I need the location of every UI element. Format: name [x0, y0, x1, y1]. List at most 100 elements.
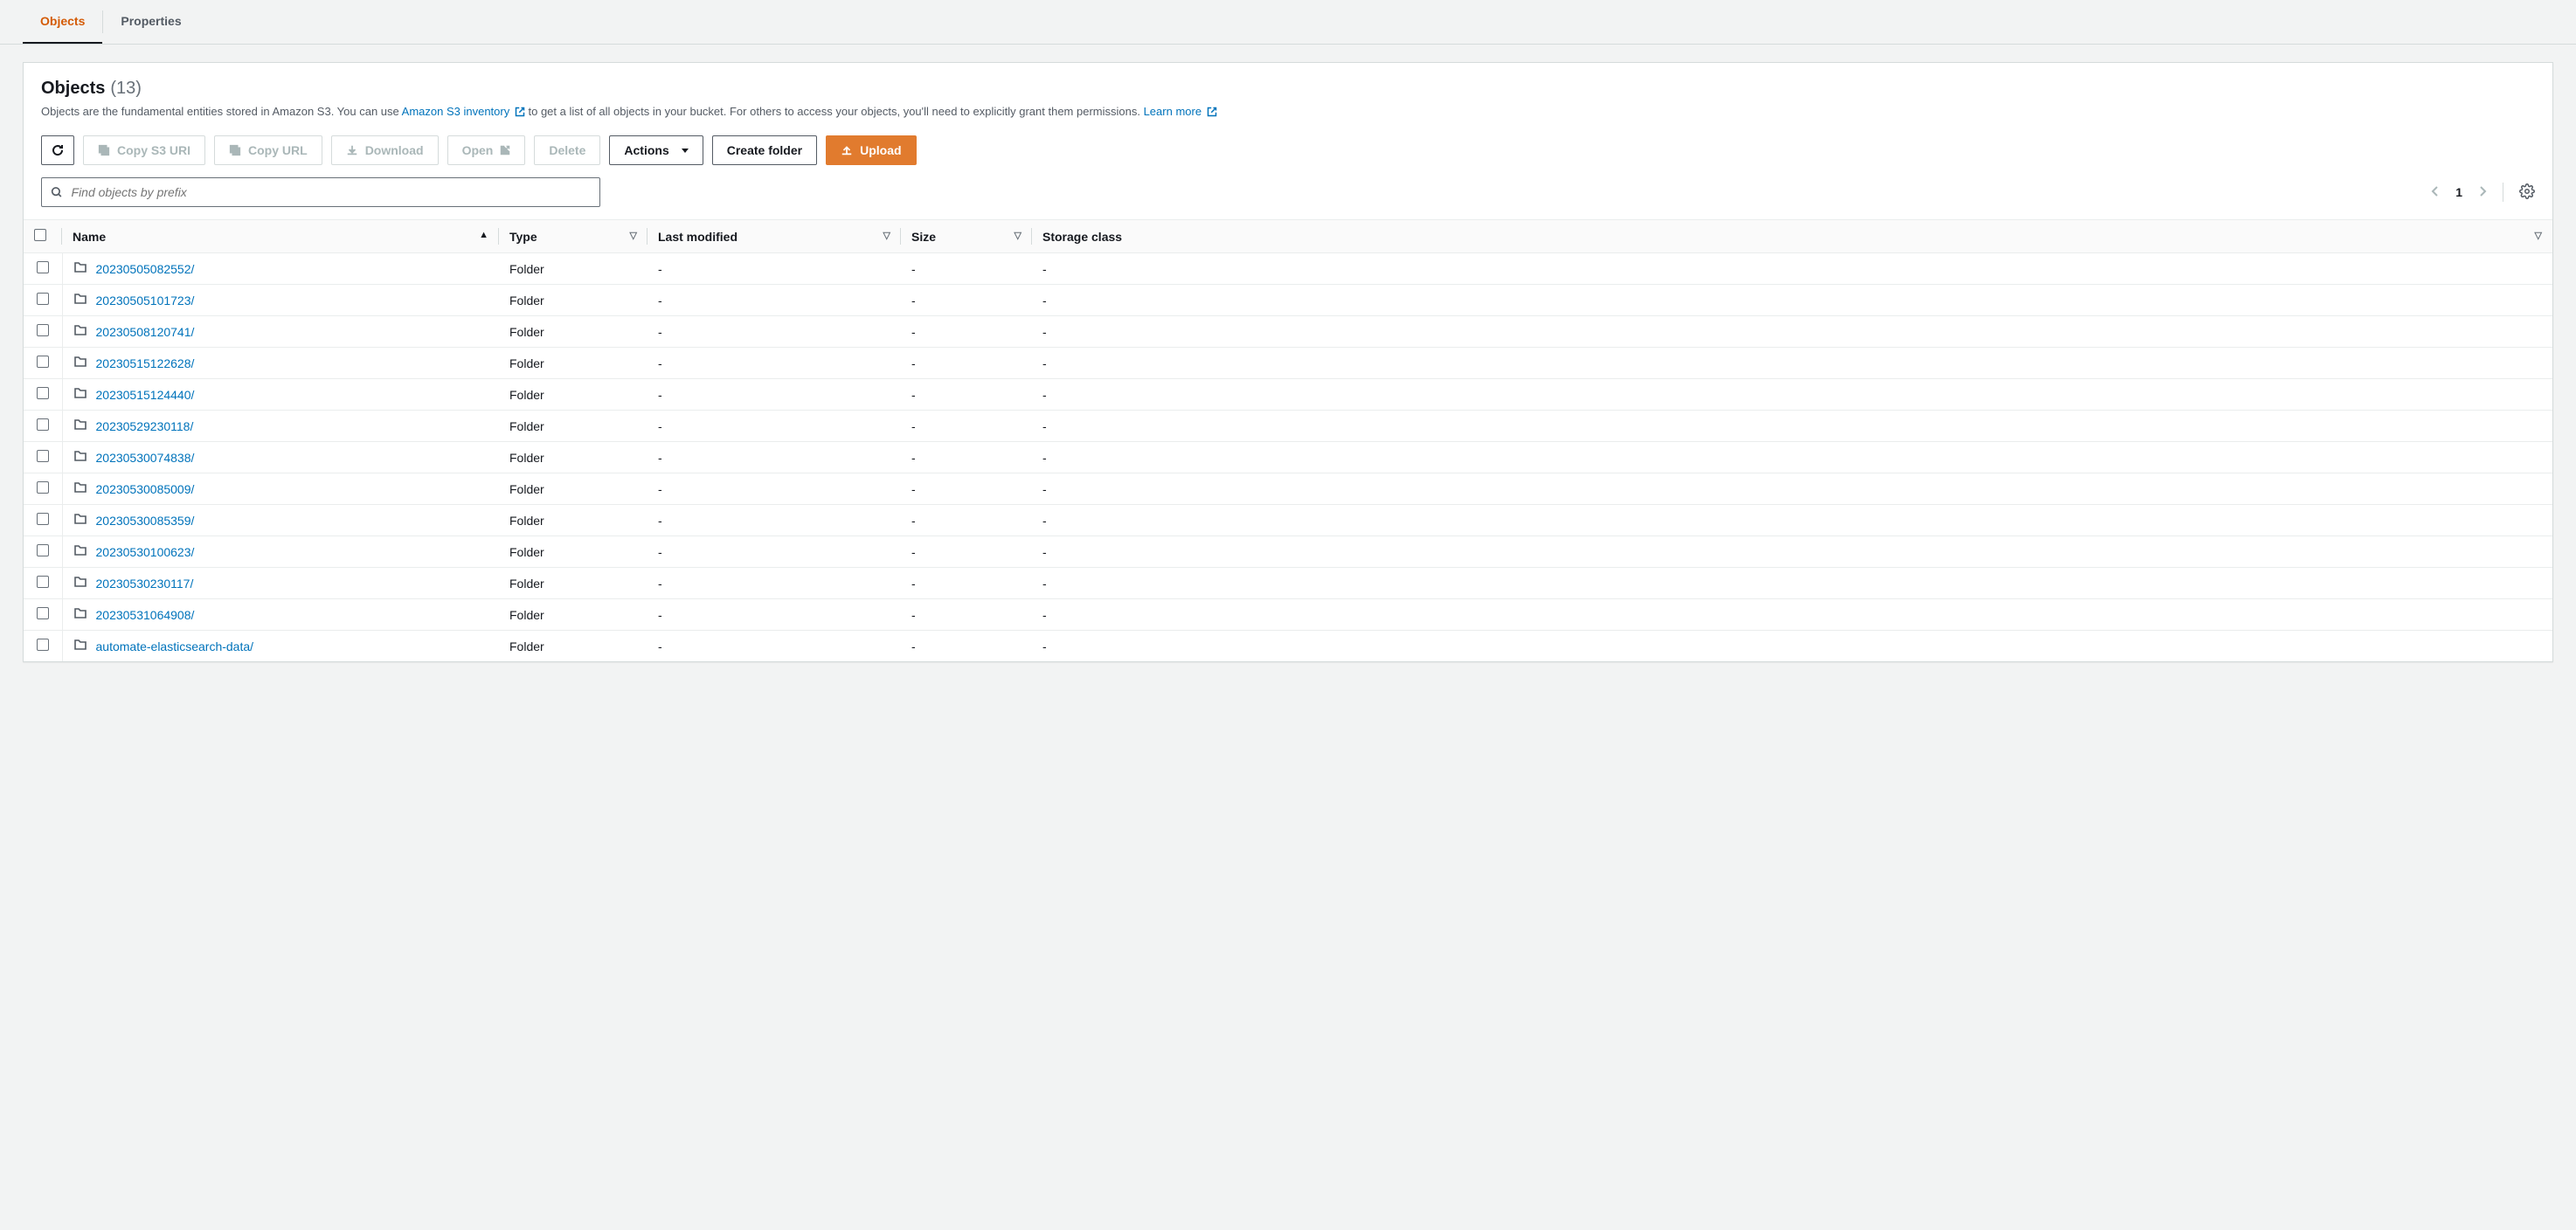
object-link[interactable]: 20230530100623/ [96, 545, 195, 559]
row-checkbox-cell[interactable] [24, 379, 62, 411]
checkbox[interactable] [37, 544, 49, 556]
cell-name: 20230530085359/ [62, 505, 499, 536]
cell-name: 20230530100623/ [62, 536, 499, 568]
object-link[interactable]: 20230530230117/ [96, 577, 194, 591]
cell-name: 20230508120741/ [62, 316, 499, 348]
folder-icon [73, 260, 87, 277]
checkbox[interactable] [37, 324, 49, 336]
object-link[interactable]: 20230515124440/ [96, 388, 195, 402]
tab-properties[interactable]: Properties [103, 0, 198, 44]
cell-size: - [901, 253, 1032, 285]
checkbox[interactable] [37, 261, 49, 273]
cell-name: 20230529230118/ [62, 411, 499, 442]
search-input-wrapper[interactable] [41, 177, 600, 207]
objects-table: Name▲ Type▽ Last modified▽ Size▽ Storage… [24, 219, 2552, 661]
page-number: 1 [2455, 185, 2462, 199]
object-link[interactable]: 20230531064908/ [96, 608, 195, 622]
folder-icon [73, 449, 87, 466]
cell-type: Folder [499, 568, 647, 599]
cell-name: 20230515122628/ [62, 348, 499, 379]
row-checkbox-cell[interactable] [24, 599, 62, 631]
object-link[interactable]: 20230530074838/ [96, 451, 195, 465]
copy-icon [98, 144, 110, 156]
cell-name: 20230531064908/ [62, 599, 499, 631]
table-row: 20230515124440/Folder--- [24, 379, 2552, 411]
row-checkbox-cell[interactable] [24, 536, 62, 568]
settings-button[interactable] [2519, 183, 2535, 202]
object-link[interactable]: automate-elasticsearch-data/ [96, 639, 254, 653]
checkbox[interactable] [34, 229, 46, 241]
row-checkbox-cell[interactable] [24, 348, 62, 379]
create-folder-button[interactable]: Create folder [712, 135, 817, 165]
next-page-button [2478, 185, 2487, 200]
row-checkbox-cell[interactable] [24, 285, 62, 316]
cell-size: - [901, 536, 1032, 568]
sort-icon: ▽ [2535, 230, 2542, 241]
link-s3-inventory[interactable]: Amazon S3 inventory [402, 105, 529, 118]
checkbox[interactable] [37, 639, 49, 651]
folder-icon [73, 638, 87, 654]
checkbox[interactable] [37, 513, 49, 525]
row-checkbox-cell[interactable] [24, 253, 62, 285]
table-row: 20230530230117/Folder--- [24, 568, 2552, 599]
row-checkbox-cell[interactable] [24, 568, 62, 599]
cell-storage-class: - [1032, 379, 2552, 411]
object-link[interactable]: 20230530085009/ [96, 482, 195, 496]
folder-icon [73, 512, 87, 529]
panel-title: Objects (13) [41, 79, 2535, 99]
cell-last-modified: - [647, 379, 901, 411]
sort-icon: ▽ [883, 230, 890, 241]
cell-storage-class: - [1032, 631, 2552, 662]
row-checkbox-cell[interactable] [24, 411, 62, 442]
object-link[interactable]: 20230508120741/ [96, 325, 195, 339]
object-link[interactable]: 20230505101723/ [96, 294, 195, 308]
checkbox[interactable] [37, 450, 49, 462]
column-name[interactable]: Name▲ [62, 220, 499, 253]
cell-type: Folder [499, 316, 647, 348]
checkbox[interactable] [37, 418, 49, 431]
column-size[interactable]: Size▽ [901, 220, 1032, 253]
upload-button[interactable]: Upload [826, 135, 916, 165]
row-checkbox-cell[interactable] [24, 316, 62, 348]
actions-dropdown[interactable]: Actions [609, 135, 703, 165]
object-link[interactable]: 20230530085359/ [96, 514, 195, 528]
cell-type: Folder [499, 379, 647, 411]
column-select-all[interactable] [24, 220, 62, 253]
folder-icon [73, 575, 87, 591]
link-learn-more[interactable]: Learn more [1144, 105, 1217, 118]
row-checkbox-cell[interactable] [24, 473, 62, 505]
checkbox[interactable] [37, 387, 49, 399]
folder-icon [73, 606, 87, 623]
column-type[interactable]: Type▽ [499, 220, 647, 253]
cell-last-modified: - [647, 536, 901, 568]
object-count: (13) [110, 79, 142, 99]
cell-size: - [901, 285, 1032, 316]
cell-type: Folder [499, 285, 647, 316]
object-link[interactable]: 20230505082552/ [96, 262, 195, 276]
refresh-button[interactable] [41, 135, 74, 165]
cell-storage-class: - [1032, 599, 2552, 631]
search-input[interactable] [70, 184, 591, 200]
copy-icon [229, 144, 241, 156]
row-checkbox-cell[interactable] [24, 505, 62, 536]
checkbox[interactable] [37, 576, 49, 588]
checkbox[interactable] [37, 607, 49, 619]
checkbox[interactable] [37, 293, 49, 305]
cell-storage-class: - [1032, 505, 2552, 536]
folder-icon [73, 543, 87, 560]
refresh-icon [51, 143, 65, 157]
cell-name: 20230530074838/ [62, 442, 499, 473]
object-link[interactable]: 20230515122628/ [96, 356, 195, 370]
folder-icon [73, 386, 87, 403]
tab-objects[interactable]: Objects [23, 0, 102, 44]
column-storage-class[interactable]: Storage class▽ [1032, 220, 2552, 253]
cell-size: - [901, 505, 1032, 536]
row-checkbox-cell[interactable] [24, 631, 62, 662]
delete-button: Delete [534, 135, 600, 165]
column-last-modified[interactable]: Last modified▽ [647, 220, 901, 253]
row-checkbox-cell[interactable] [24, 442, 62, 473]
checkbox[interactable] [37, 356, 49, 368]
checkbox[interactable] [37, 481, 49, 494]
object-link[interactable]: 20230529230118/ [96, 419, 194, 433]
objects-panel: Objects (13) Objects are the fundamental… [23, 62, 2553, 662]
